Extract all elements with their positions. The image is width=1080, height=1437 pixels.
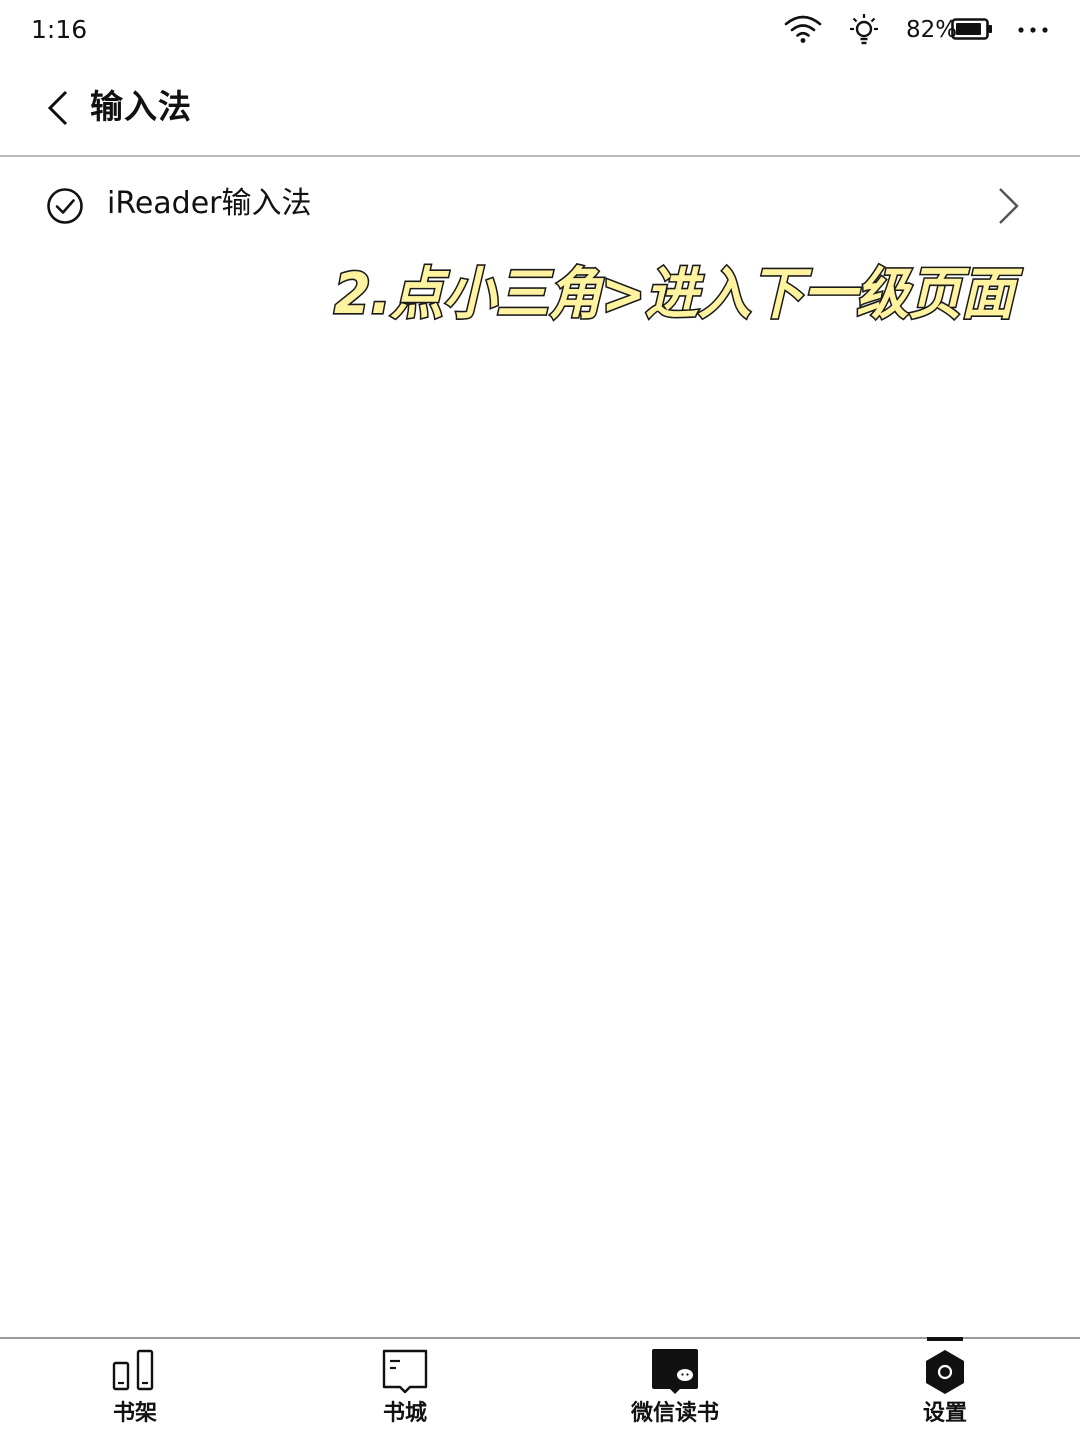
battery-icon xyxy=(951,18,992,40)
more-icon[interactable] xyxy=(1015,20,1051,40)
nav-item-wechat-read[interactable]: 微信读书 xyxy=(540,1339,810,1437)
nav-label-settings: 设置 xyxy=(922,1401,967,1426)
nav-label-wechat-read: 微信读书 xyxy=(630,1401,719,1426)
annotation-text: 2.点小三角>进入下一级页面 xyxy=(334,262,1022,327)
nav-item-bookshelf[interactable]: 书架 xyxy=(0,1339,270,1437)
header: 输入法 xyxy=(0,60,1080,157)
status-time: 1:16 xyxy=(31,15,88,44)
battery-percent: 82% xyxy=(906,17,958,43)
chevron-right-icon[interactable] xyxy=(990,185,1026,227)
wechat-read-icon xyxy=(652,1349,698,1394)
page-title: 输入法 xyxy=(90,87,192,126)
light-icon xyxy=(850,14,878,45)
nav-item-settings[interactable]: 设置 xyxy=(810,1337,1080,1437)
settings-icon xyxy=(926,1350,964,1394)
chevron-left-icon[interactable] xyxy=(36,82,84,134)
nav-item-bookstore[interactable]: 书城 xyxy=(270,1339,540,1437)
nav-label-bookshelf: 书架 xyxy=(112,1401,157,1426)
wifi-icon xyxy=(784,15,822,43)
bottom-nav: 书架 书城 微信读书 设置 xyxy=(0,1337,1080,1437)
nav-label-bookstore: 书城 xyxy=(382,1401,427,1426)
annotation-caption: 2.点小三角>进入下一级页面 xyxy=(332,260,1024,328)
list-item-label: iReader输入法 xyxy=(107,186,312,221)
list-item-ireader-ime[interactable]: iReader输入法 xyxy=(0,157,1080,253)
active-indicator xyxy=(927,1337,963,1341)
bookshelf-icon xyxy=(112,1349,154,1391)
check-circle-icon[interactable] xyxy=(46,187,84,225)
status-bar: 1:16 82% xyxy=(0,0,1080,60)
bookstore-icon xyxy=(382,1349,428,1394)
